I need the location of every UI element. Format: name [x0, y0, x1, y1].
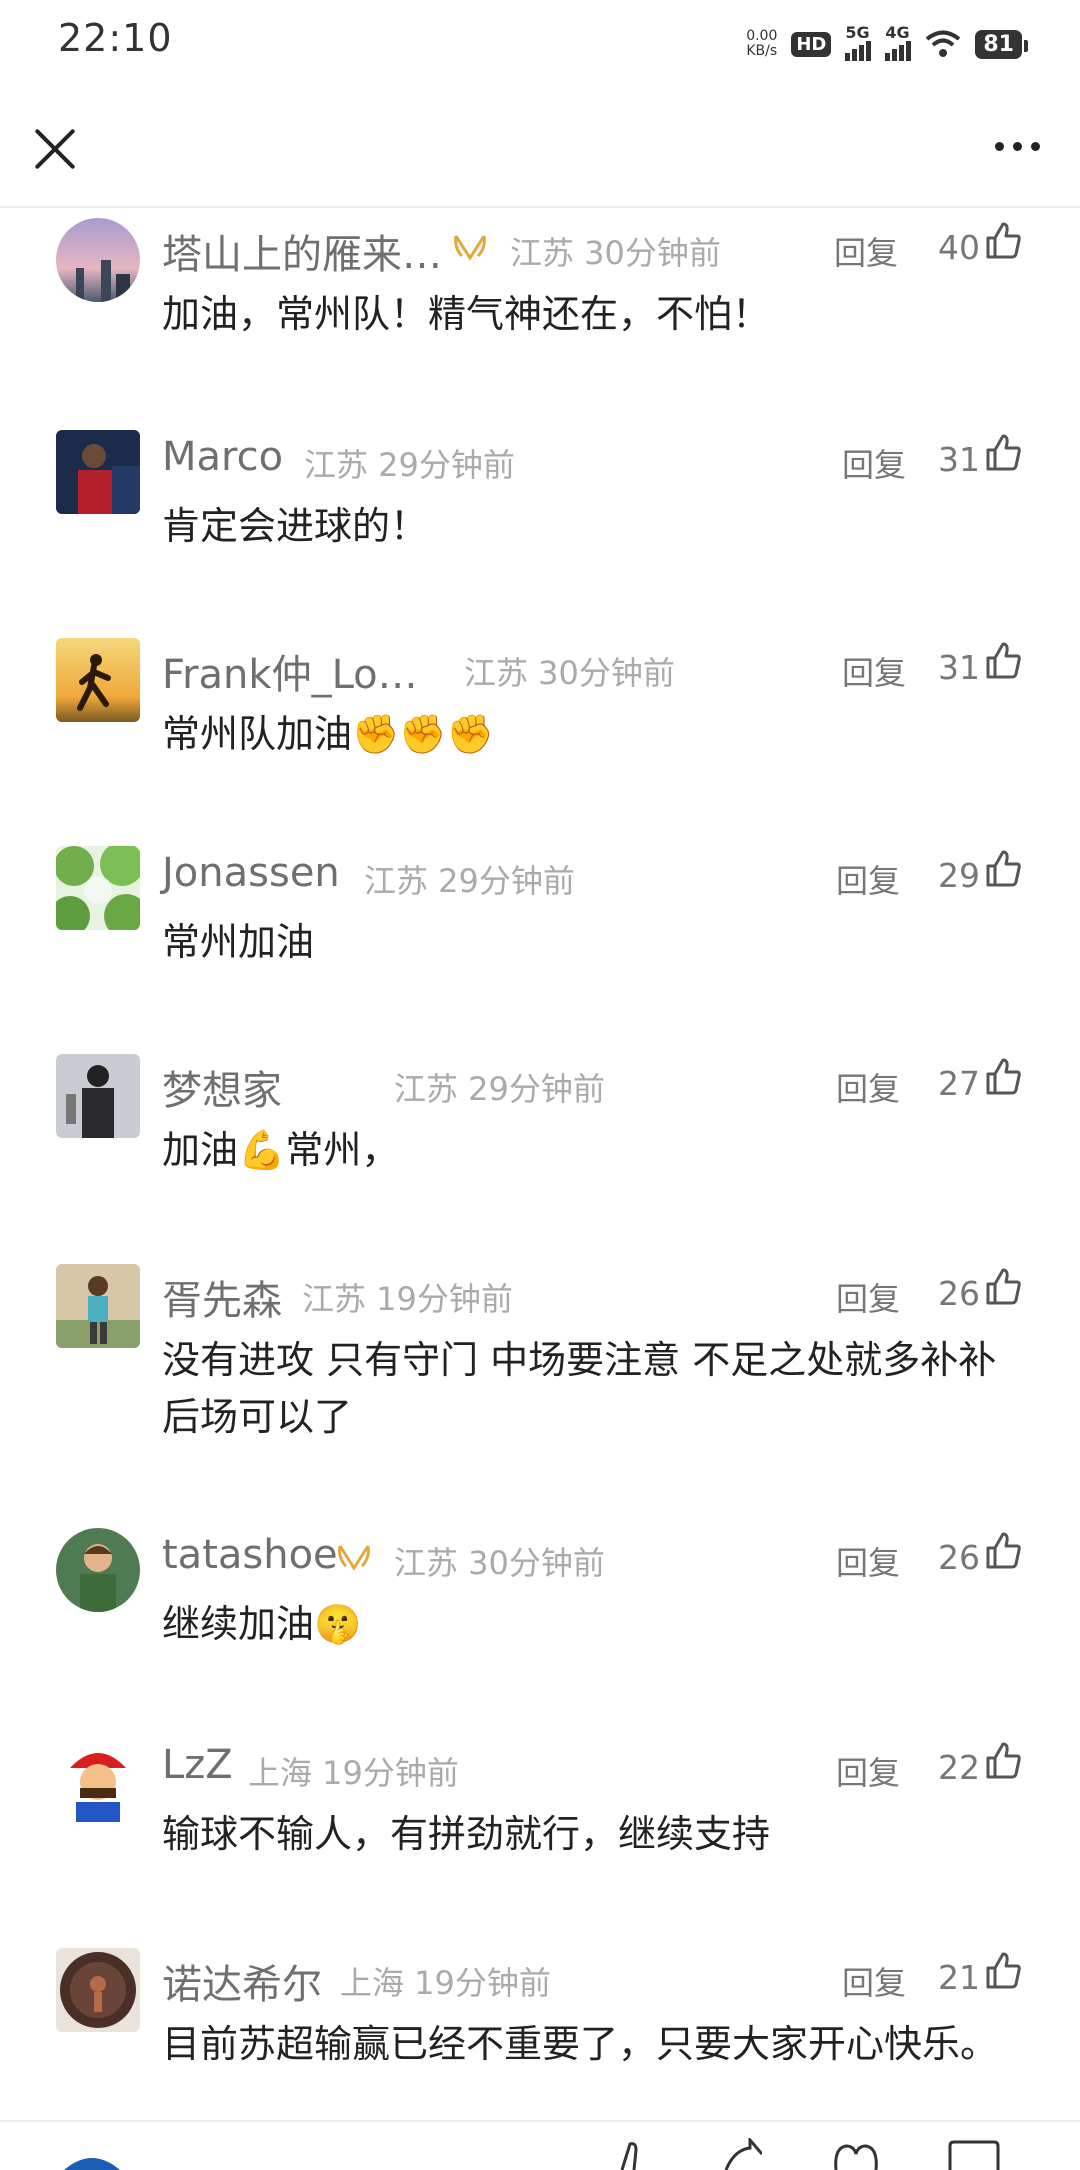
- thumbs-up-icon[interactable]: [612, 2138, 652, 2170]
- thumbs-up-icon[interactable]: [984, 848, 1022, 888]
- location-time: 江苏 19分钟前: [302, 1280, 513, 1318]
- thumbs-up-icon[interactable]: [984, 1266, 1022, 1306]
- comment-text: 输球不输人，有拼劲就行，继续支持: [162, 1812, 771, 1856]
- thumbs-up-icon[interactable]: [984, 1950, 1022, 1990]
- avatar[interactable]: [56, 1738, 140, 1822]
- comment-icon[interactable]: [948, 2140, 1000, 2170]
- comment-text: 没有进攻 只有守门 中场要注意 不足之处就多补补 后场可以了: [162, 1338, 997, 1439]
- thumbs-up-icon[interactable]: [984, 220, 1022, 260]
- username[interactable]: 胥先森: [162, 1268, 282, 1326]
- more-icon[interactable]: [995, 142, 1040, 151]
- like-count: 21: [938, 1958, 980, 1997]
- location-time: 江苏 30分钟前: [394, 1544, 605, 1582]
- comment-text: 肯定会进球的！: [162, 504, 429, 548]
- like-count: 31: [938, 648, 980, 687]
- reply-button[interactable]: 回复: [842, 648, 906, 694]
- avatar[interactable]: [56, 218, 140, 302]
- location-time: 江苏 29分钟前: [364, 862, 575, 900]
- thumbs-up-icon[interactable]: [984, 640, 1022, 680]
- like-count: 27: [938, 1064, 980, 1103]
- location-time: 江苏 30分钟前: [464, 654, 675, 692]
- comment-text: 常州队加油✊✊✊: [162, 712, 494, 756]
- battery-icon: 81: [975, 29, 1028, 59]
- vip-badge-icon: [452, 234, 488, 270]
- username[interactable]: Jonassen: [162, 850, 340, 896]
- comment-text: 加油💪常州，: [162, 1128, 400, 1172]
- reply-button[interactable]: 回复: [836, 1748, 900, 1794]
- hd-icon: HD: [791, 31, 832, 57]
- reply-button[interactable]: 回复: [836, 856, 900, 902]
- signal-4g-icon: 4G: [885, 23, 912, 61]
- comment-text: 目前苏超输赢已经不重要了，只要大家开心快乐。: [162, 2022, 999, 2066]
- net-speed: 0.00 KB/s: [746, 28, 778, 59]
- username[interactable]: tatashoe: [162, 1532, 338, 1578]
- avatar[interactable]: [56, 430, 140, 514]
- thumbs-up-icon[interactable]: [984, 1740, 1022, 1780]
- header-bar: [0, 88, 1080, 208]
- location-time: 上海 19分钟前: [340, 1964, 551, 2002]
- reply-button[interactable]: 回复: [836, 1538, 900, 1584]
- like-count: 22: [938, 1748, 980, 1787]
- reply-button[interactable]: 回复: [842, 440, 906, 486]
- location-time: 江苏 30分钟前: [510, 234, 721, 272]
- like-count: 26: [938, 1274, 980, 1313]
- avatar-icon[interactable]: [60, 2146, 124, 2170]
- location-time: 江苏 29分钟前: [304, 446, 515, 484]
- wifi-icon: [926, 30, 961, 57]
- comment-text: 继续加油🤫: [162, 1602, 362, 1646]
- username[interactable]: 塔山上的雁来…: [162, 222, 442, 280]
- status-bar: 22:10 0.00 KB/s HD 5G 4G 81: [0, 0, 1080, 88]
- username[interactable]: 梦想家: [162, 1058, 282, 1116]
- username[interactable]: LzZ: [162, 1742, 233, 1788]
- avatar[interactable]: [56, 846, 140, 930]
- vip-badge-icon: [336, 1544, 372, 1580]
- comment-text: 常州加油: [162, 920, 315, 964]
- like-count: 29: [938, 856, 980, 895]
- avatar[interactable]: [56, 1264, 140, 1348]
- avatar[interactable]: [56, 1054, 140, 1138]
- avatar[interactable]: [56, 1528, 140, 1612]
- comment-text: 加油，常州队！精气神还在，不怕！: [162, 292, 771, 336]
- signal-5g-icon: 5G: [845, 23, 872, 61]
- username[interactable]: Marco: [162, 434, 283, 480]
- location-time: 上海 19分钟前: [248, 1754, 459, 1792]
- bottom-action-bar: [0, 2120, 1080, 2170]
- reply-button[interactable]: 回复: [834, 228, 898, 274]
- like-count: 31: [938, 440, 980, 479]
- thumbs-up-icon[interactable]: [984, 1530, 1022, 1570]
- username[interactable]: Frank仲_Lo…: [162, 642, 418, 700]
- reply-button[interactable]: 回复: [836, 1064, 900, 1110]
- avatar[interactable]: [56, 638, 140, 722]
- thumbs-up-icon[interactable]: [984, 1056, 1022, 1096]
- reply-button[interactable]: 回复: [836, 1274, 900, 1320]
- share-icon[interactable]: [722, 2138, 762, 2170]
- location-time: 江苏 29分钟前: [394, 1070, 605, 1108]
- like-count: 40: [938, 228, 980, 267]
- avatar[interactable]: [56, 1948, 140, 2032]
- like-count: 26: [938, 1538, 980, 1577]
- reply-button[interactable]: 回复: [842, 1958, 906, 2004]
- heart-icon[interactable]: [832, 2138, 880, 2170]
- status-icons: 0.00 KB/s HD 5G 4G 81: [746, 22, 1028, 66]
- status-time: 22:10: [58, 16, 173, 60]
- username[interactable]: 诺达希尔: [162, 1952, 322, 2010]
- thumbs-up-icon[interactable]: [984, 432, 1022, 472]
- close-icon[interactable]: [30, 124, 80, 174]
